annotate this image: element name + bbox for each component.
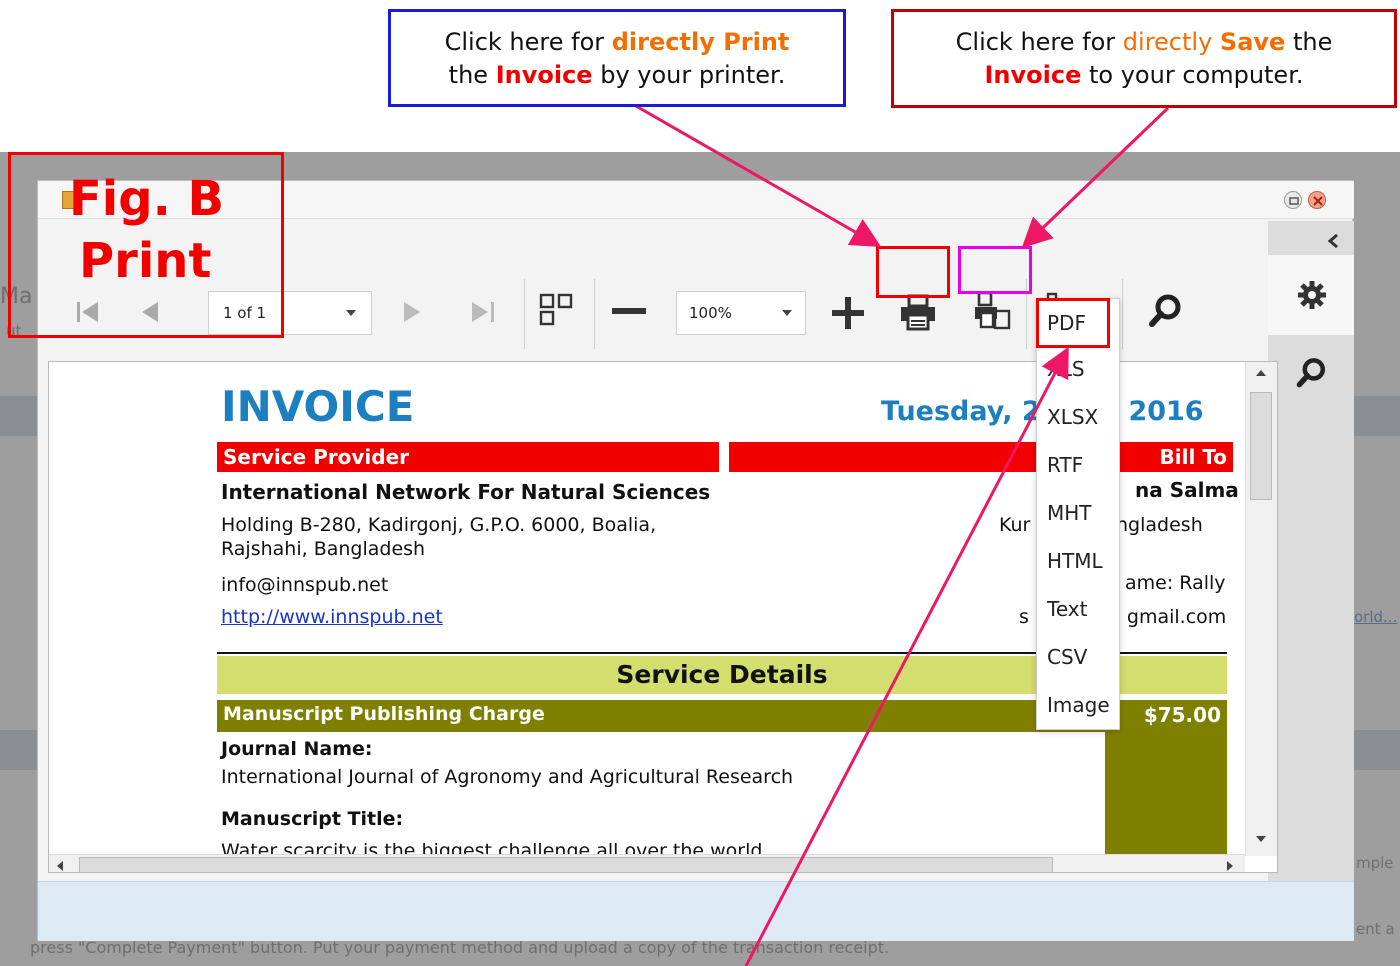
figure-label-box: Fig. B Print bbox=[8, 152, 284, 338]
arrow-to-save bbox=[1021, 106, 1170, 249]
figure-sublabel: Print bbox=[79, 233, 212, 289]
figure-label: Fig. B bbox=[69, 171, 225, 227]
arrow-to-pdf bbox=[744, 346, 1069, 966]
annotation-arrows bbox=[635, 104, 1170, 966]
save-callout: Click here for directly Save the Invoice… bbox=[891, 9, 1397, 108]
print-callout: Click here for directly Print the Invoic… bbox=[388, 9, 846, 107]
arrow-to-print bbox=[635, 104, 882, 247]
